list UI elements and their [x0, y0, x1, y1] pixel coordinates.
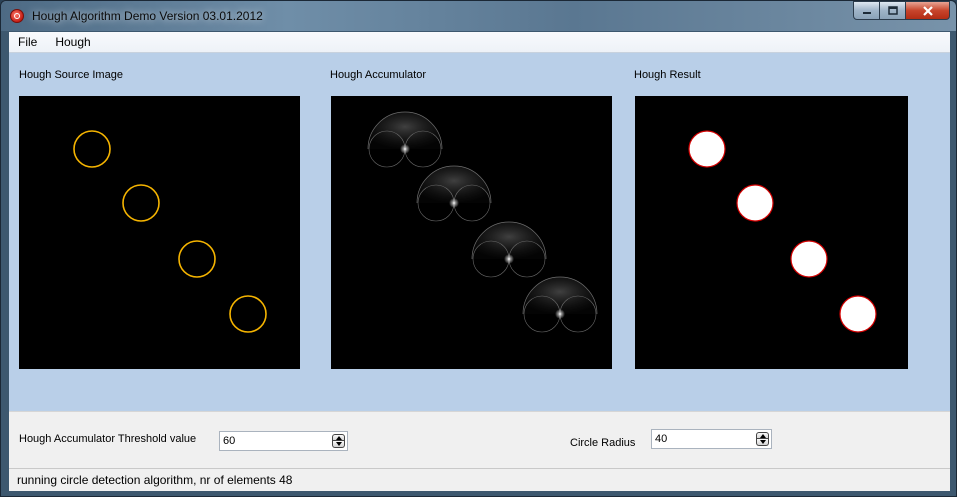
threshold-spinner-arrows — [332, 434, 345, 448]
source-circle — [122, 184, 160, 222]
title-bar[interactable]: Hough Algorithm Demo Version 03.01.2012 — [1, 1, 956, 31]
source-image — [73, 130, 267, 333]
minimize-button[interactable] — [853, 1, 880, 20]
result-label: Hough Result — [634, 69, 701, 81]
radius-value[interactable]: 40 — [655, 433, 667, 445]
radius-spinner[interactable]: 40 — [651, 429, 772, 449]
source-circle — [229, 295, 267, 333]
accumulator-peak — [471, 221, 547, 278]
menu-file[interactable]: File — [9, 35, 46, 49]
arrow-down-icon — [336, 442, 342, 446]
result-canvas — [635, 96, 908, 369]
image-panels-area: Hough Source Image Hough Accumulator Hou… — [9, 53, 950, 411]
source-circle — [178, 240, 216, 278]
detected-circle — [688, 130, 726, 168]
maximize-icon — [887, 6, 898, 15]
status-bar: running circle detection algorithm, nr o… — [9, 468, 950, 491]
accumulator-canvas — [331, 96, 612, 369]
menu-bar: File Hough — [9, 32, 950, 53]
window-controls — [853, 1, 950, 21]
app-icon[interactable] — [10, 9, 24, 23]
accumulator-peak — [416, 165, 492, 222]
detected-circle — [839, 295, 877, 333]
result-image — [688, 130, 877, 333]
threshold-spinner[interactable]: 60 — [219, 431, 348, 451]
source-image-canvas — [19, 96, 300, 369]
radius-label: Circle Radius — [570, 437, 636, 449]
accumulator-image — [367, 111, 598, 333]
detected-circle — [736, 184, 774, 222]
threshold-value[interactable]: 60 — [223, 435, 235, 447]
accumulator-peak — [367, 111, 443, 168]
close-icon — [922, 5, 933, 16]
threshold-increment-button[interactable] — [332, 434, 345, 441]
controls-area: Hough Accumulator Threshold value 60 Cir… — [9, 411, 950, 468]
threshold-decrement-button[interactable] — [332, 441, 345, 448]
close-button[interactable] — [906, 1, 950, 20]
threshold-label: Hough Accumulator Threshold value — [19, 433, 197, 445]
accumulator-label: Hough Accumulator — [330, 69, 426, 81]
radius-decrement-button[interactable] — [756, 439, 769, 446]
detected-circle — [790, 240, 828, 278]
source-circle — [73, 130, 111, 168]
accumulator-peak — [522, 276, 598, 333]
main-window: Hough Algorithm Demo Version 03.01.2012 … — [0, 0, 957, 497]
maximize-button[interactable] — [880, 1, 906, 20]
radius-spinner-arrows — [756, 432, 769, 446]
minimize-icon — [862, 11, 871, 14]
radius-increment-button[interactable] — [756, 432, 769, 439]
source-image-label: Hough Source Image — [19, 69, 123, 81]
arrow-down-icon — [760, 440, 766, 444]
window-title: Hough Algorithm Demo Version 03.01.2012 — [32, 9, 263, 23]
status-text: running circle detection algorithm, nr o… — [17, 473, 293, 487]
menu-hough[interactable]: Hough — [46, 35, 99, 49]
